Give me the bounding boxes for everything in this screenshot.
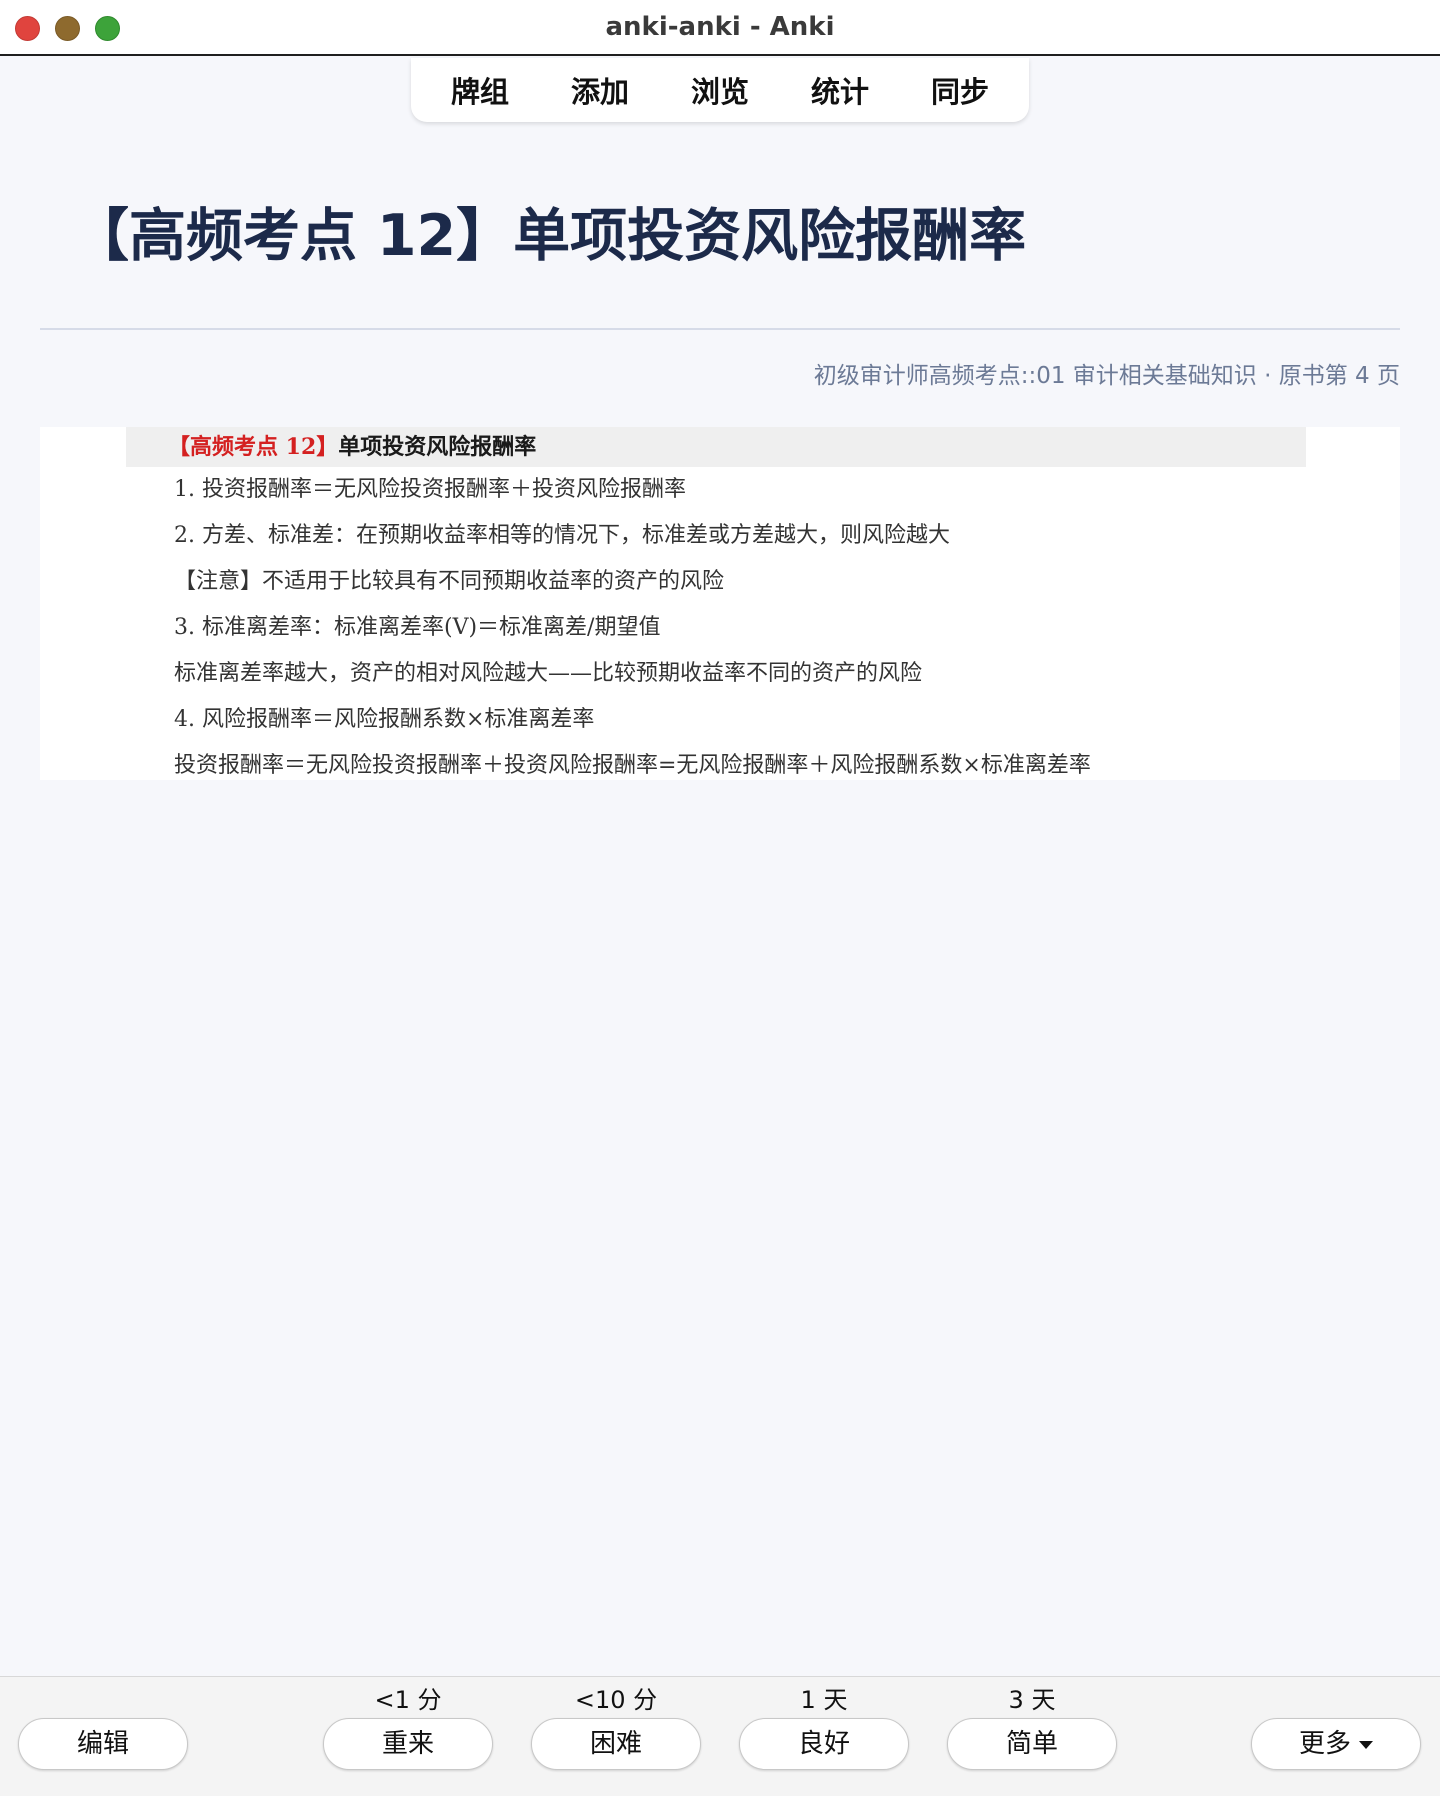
- good-interval: 1 天: [800, 1686, 848, 1714]
- nav-stats[interactable]: 统计: [780, 69, 900, 111]
- page-heading-tag: 【高频考点 12】: [168, 434, 339, 460]
- nav-browse[interactable]: 浏览: [660, 69, 780, 111]
- edit-button[interactable]: 编辑: [18, 1718, 188, 1770]
- nav-sync[interactable]: 同步: [900, 69, 1020, 111]
- answer-bar: [0, 1676, 1440, 1796]
- more-button[interactable]: 更多: [1251, 1718, 1421, 1770]
- page-line: 3. 标准离差率：标准离差率(V)＝标准离差/期望值: [174, 615, 661, 640]
- window-title: anki-anki - Anki: [605, 12, 835, 42]
- page-line: 4. 风险报酬率＝风险报酬系数×标准离差率: [174, 707, 595, 732]
- again-button[interactable]: 重来: [323, 1718, 493, 1770]
- title-bar: anki-anki - Anki: [0, 0, 1440, 56]
- card-title: 【高频考点 12】单项投资风险报酬率: [72, 203, 1027, 269]
- easy-interval: 3 天: [1008, 1686, 1056, 1714]
- hard-button[interactable]: 困难: [531, 1718, 701, 1770]
- page-line: 2. 方差、标准差：在预期收益率相等的情况下，标准差或方差越大，则风险越大: [174, 523, 950, 548]
- page-line: 标准离差率越大，资产的相对风险越大——比较预期收益率不同的资产的风险: [174, 661, 923, 686]
- page-image-heading: 【高频考点 12】单项投资风险报酬率: [126, 427, 1306, 467]
- caret-down-icon: [1359, 1740, 1373, 1749]
- nav-decks[interactable]: 牌组: [420, 69, 540, 111]
- page-line: 1. 投资报酬率＝无风险投资报酬率＋投资风险报酬率: [174, 477, 686, 502]
- deck-path: 初级审计师高频考点::01 审计相关基础知识 · 原书第 4 页: [813, 363, 1400, 389]
- page-line: 投资报酬率＝无风险投资报酬率＋投资风险报酬率=无风险报酬率＋风险报酬系数×标准离…: [174, 753, 1091, 778]
- hard-interval: <10 分: [574, 1686, 658, 1714]
- card-divider: [40, 328, 1400, 330]
- again-interval: <1 分: [374, 1686, 442, 1714]
- easy-button[interactable]: 简单: [947, 1718, 1117, 1770]
- page-heading-text: 单项投资风险报酬率: [338, 434, 537, 460]
- more-button-label: 更多: [1298, 1729, 1351, 1759]
- nav-add[interactable]: 添加: [540, 69, 660, 111]
- page-line: 【注意】不适用于比较具有不同预期收益率的资产的风险: [174, 569, 725, 594]
- top-toolbar: 牌组 添加 浏览 统计 同步: [411, 58, 1029, 122]
- card-page-image: 【高频考点 12】单项投资风险报酬率 1. 投资报酬率＝无风险投资报酬率＋投资风…: [40, 427, 1400, 780]
- good-button[interactable]: 良好: [739, 1718, 909, 1770]
